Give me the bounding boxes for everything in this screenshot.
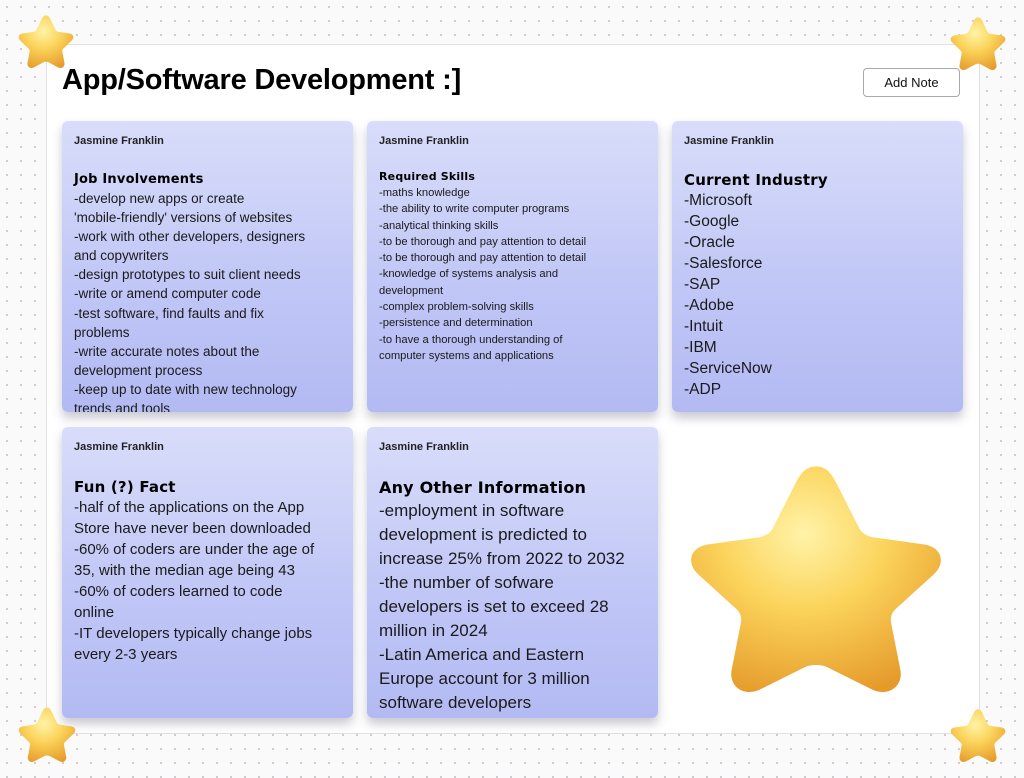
note-line: -persistence and determination bbox=[379, 317, 533, 330]
sticky-note-current-industry[interactable]: Jasmine Franklin Current Industry -Micro… bbox=[672, 121, 963, 412]
note-line: -Adobe bbox=[684, 297, 734, 314]
note-line: development process bbox=[74, 362, 203, 378]
note-line: -to have a thorough understanding of bbox=[379, 333, 563, 346]
note-line: -employment in software bbox=[379, 501, 565, 520]
note-line: online bbox=[74, 604, 115, 621]
note-author: Jasmine Franklin bbox=[684, 135, 774, 147]
star-icon bbox=[950, 17, 1006, 70]
note-body: -half of the applications on the App Sto… bbox=[74, 497, 341, 665]
note-line: trends and tools bbox=[74, 401, 171, 412]
sticky-note-other-information[interactable]: Jasmine Franklin Any Other Information -… bbox=[367, 427, 658, 718]
note-line: computer systems and applications bbox=[379, 349, 554, 362]
note-author: Jasmine Franklin bbox=[379, 441, 469, 453]
note-line: software developers bbox=[379, 693, 532, 712]
note-line: problems bbox=[74, 324, 130, 340]
note-heading: Any Other Information bbox=[379, 478, 587, 497]
note-heading: Job Involvements bbox=[74, 172, 204, 187]
note-author: Jasmine Franklin bbox=[379, 135, 469, 147]
note-line: development is predicted to bbox=[379, 525, 587, 544]
sticky-note-fun-fact[interactable]: Jasmine Franklin Fun (?) Fact -half of t… bbox=[62, 427, 353, 718]
note-line: -half of the applications on the App bbox=[74, 499, 305, 516]
note-author: Jasmine Franklin bbox=[74, 135, 164, 147]
note-line: -the number of sofware bbox=[379, 573, 554, 592]
star-icon bbox=[18, 707, 76, 762]
note-line: -keep up to date with new technology bbox=[74, 381, 297, 397]
sticky-note-required-skills[interactable]: Jasmine Franklin Required Skills -maths … bbox=[367, 121, 658, 412]
note-body: -develop new apps or create 'mobile-frie… bbox=[74, 189, 341, 412]
note-body: -maths knowledge -the ability to write c… bbox=[379, 185, 646, 364]
note-heading: Required Skills bbox=[379, 170, 476, 183]
note-line: -Microsoft bbox=[684, 192, 753, 209]
note-line: 'mobile-friendly' versions of websites bbox=[74, 210, 293, 226]
note-line: -complex problem-solving skills bbox=[379, 301, 534, 314]
note-line: -Oracle bbox=[684, 234, 735, 251]
note-body: -Microsoft -Google -Oracle -Salesforce -… bbox=[684, 190, 951, 400]
star-icon bbox=[950, 709, 1006, 762]
note-line: -IBM bbox=[684, 339, 717, 356]
star-icon bbox=[18, 15, 74, 68]
note-line: development bbox=[379, 284, 444, 297]
note-line: -Latin America and Eastern bbox=[379, 645, 585, 664]
note-heading: Fun (?) Fact bbox=[74, 478, 176, 496]
note-line: -knowledge of systems analysis and bbox=[379, 268, 559, 281]
note-line: -ADP bbox=[684, 381, 722, 398]
sticky-note-job-involvements[interactable]: Jasmine Franklin Job Involvements -devel… bbox=[62, 121, 353, 412]
note-line: -to be thorough and pay attention to det… bbox=[379, 252, 587, 265]
note-heading: Current Industry bbox=[684, 171, 828, 189]
note-line: and copywriters bbox=[74, 248, 169, 264]
note-line: -work with other developers, designers bbox=[74, 229, 306, 245]
add-note-button[interactable]: Add Note bbox=[863, 68, 960, 97]
note-line: -maths knowledge bbox=[379, 187, 470, 199]
note-line: -60% of coders learned to code bbox=[74, 583, 283, 600]
note-line: -IT developers typically change jobs bbox=[74, 625, 313, 642]
note-line: every 2-3 years bbox=[74, 646, 178, 663]
star-icon bbox=[691, 466, 941, 692]
page-title: App/Software Development :] bbox=[62, 64, 462, 96]
note-author: Jasmine Franklin bbox=[74, 441, 164, 453]
note-line: -the ability to write computer programs bbox=[379, 203, 570, 216]
note-line: Store have never been downloaded bbox=[74, 520, 311, 537]
note-line: -Intuit bbox=[684, 318, 723, 335]
note-line: -analytical thinking skills bbox=[379, 219, 499, 232]
note-line: -Salesforce bbox=[684, 255, 763, 272]
note-line: 35, with the median age being 43 bbox=[74, 562, 295, 579]
note-line: Europe account for 3 million bbox=[379, 669, 590, 688]
note-line: increase 25% from 2022 to 2032 bbox=[379, 549, 625, 568]
note-line: -write accurate notes about the bbox=[74, 343, 260, 359]
note-line: developers is set to exceed 28 bbox=[379, 597, 609, 616]
note-line: million in 2024 bbox=[379, 621, 488, 640]
note-line: -ServiceNow bbox=[684, 360, 772, 377]
note-line: -Google bbox=[684, 213, 740, 230]
note-line: -design prototypes to suit client needs bbox=[74, 267, 301, 283]
note-line: -SAP bbox=[684, 276, 721, 293]
note-body: -employment in software development is p… bbox=[379, 499, 646, 715]
note-line: -test software, find faults and fix bbox=[74, 305, 264, 321]
note-line: -60% of coders are under the age of bbox=[74, 541, 315, 558]
note-line: -develop new apps or create bbox=[74, 191, 245, 206]
note-line: -write or amend computer code bbox=[74, 286, 261, 302]
note-line: -to be thorough and pay attention to det… bbox=[379, 235, 587, 248]
